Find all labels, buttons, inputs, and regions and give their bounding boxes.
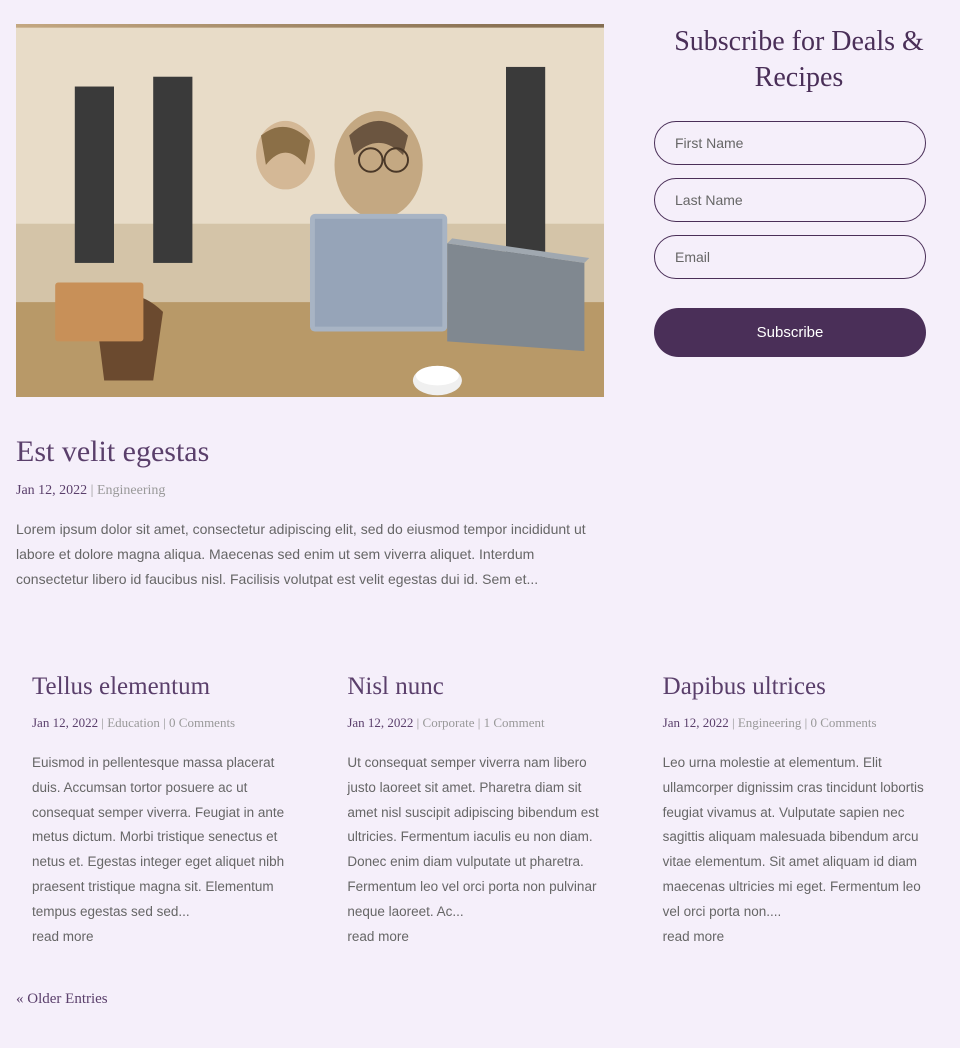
featured-post-title-link[interactable]: Est velit egestas	[16, 435, 209, 468]
meta-separator: |	[87, 483, 97, 498]
featured-image-placeholder	[16, 24, 604, 397]
featured-post-date: Jan 12, 2022	[16, 483, 87, 498]
email-input[interactable]	[654, 235, 926, 279]
post-category[interactable]: Engineering	[738, 715, 802, 730]
post-card-meta: Jan 12, 2022 | Education | 0 Comments	[32, 715, 297, 731]
meta-separator: |	[413, 715, 422, 730]
post-card-title: Tellus elementum	[32, 673, 297, 701]
pagination: « Older Entries	[0, 970, 960, 1048]
post-card: Nisl nunc Jan 12, 2022 | Corporate | 1 C…	[347, 673, 612, 951]
first-name-input[interactable]	[654, 121, 926, 165]
posts-grid: Tellus elementum Jan 12, 2022 | Educatio…	[0, 643, 960, 971]
post-date: Jan 12, 2022	[663, 715, 729, 730]
meta-separator: |	[729, 715, 738, 730]
post-comments[interactable]: 1 Comment	[484, 715, 545, 730]
post-card: Tellus elementum Jan 12, 2022 | Educatio…	[32, 673, 297, 951]
subscribe-form: Subscribe	[654, 121, 944, 357]
post-card-meta: Jan 12, 2022 | Engineering | 0 Comments	[663, 715, 928, 731]
excerpt-text: Ut consequat semper viverra nam libero j…	[347, 755, 598, 920]
post-date: Jan 12, 2022	[32, 715, 98, 730]
meta-separator: |	[98, 715, 107, 730]
featured-post-meta: Jan 12, 2022 | Engineering	[16, 483, 604, 499]
featured-image-link[interactable]	[16, 24, 604, 397]
older-entries-link[interactable]: « Older Entries	[16, 991, 108, 1007]
excerpt-text: Euismod in pellentesque massa placerat d…	[32, 755, 284, 920]
meta-separator: |	[475, 715, 484, 730]
post-card-title-link[interactable]: Tellus elementum	[32, 673, 210, 700]
meta-separator: |	[801, 715, 810, 730]
featured-post-excerpt: Lorem ipsum dolor sit amet, consectetur …	[16, 517, 604, 593]
subscribe-button[interactable]: Subscribe	[654, 308, 926, 357]
post-date: Jan 12, 2022	[347, 715, 413, 730]
subscribe-title: Subscribe for Deals & Recipes	[654, 24, 944, 97]
post-card-excerpt: Leo urna molestie at elementum. Elit ull…	[663, 751, 928, 951]
featured-post-category[interactable]: Engineering	[97, 483, 165, 498]
sidebar: Subscribe for Deals & Recipes Subscribe	[654, 24, 944, 593]
post-card-title: Nisl nunc	[347, 673, 612, 701]
read-more-link[interactable]: read more	[32, 929, 94, 944]
left-column: Est velit egestas Jan 12, 2022 | Enginee…	[16, 24, 604, 593]
excerpt-text: Leo urna molestie at elementum. Elit ull…	[663, 755, 924, 920]
post-card: Dapibus ultrices Jan 12, 2022 | Engineer…	[663, 673, 928, 951]
last-name-input[interactable]	[654, 178, 926, 222]
post-comments[interactable]: 0 Comments	[169, 715, 235, 730]
post-category[interactable]: Corporate	[423, 715, 475, 730]
post-card-title-link[interactable]: Nisl nunc	[347, 673, 444, 700]
post-card-title-link[interactable]: Dapibus ultrices	[663, 673, 826, 700]
featured-post-title: Est velit egestas	[16, 435, 604, 469]
read-more-link[interactable]: read more	[347, 929, 409, 944]
post-card-excerpt: Ut consequat semper viverra nam libero j…	[347, 751, 612, 951]
post-card-meta: Jan 12, 2022 | Corporate | 1 Comment	[347, 715, 612, 731]
post-category[interactable]: Education	[107, 715, 160, 730]
post-comments[interactable]: 0 Comments	[811, 715, 877, 730]
main-container: Est velit egestas Jan 12, 2022 | Enginee…	[0, 0, 960, 593]
post-card-excerpt: Euismod in pellentesque massa placerat d…	[32, 751, 297, 951]
post-card-title: Dapibus ultrices	[663, 673, 928, 701]
read-more-link[interactable]: read more	[663, 929, 725, 944]
subscribe-module: Subscribe for Deals & Recipes Subscribe	[654, 24, 944, 357]
meta-separator: |	[160, 715, 169, 730]
